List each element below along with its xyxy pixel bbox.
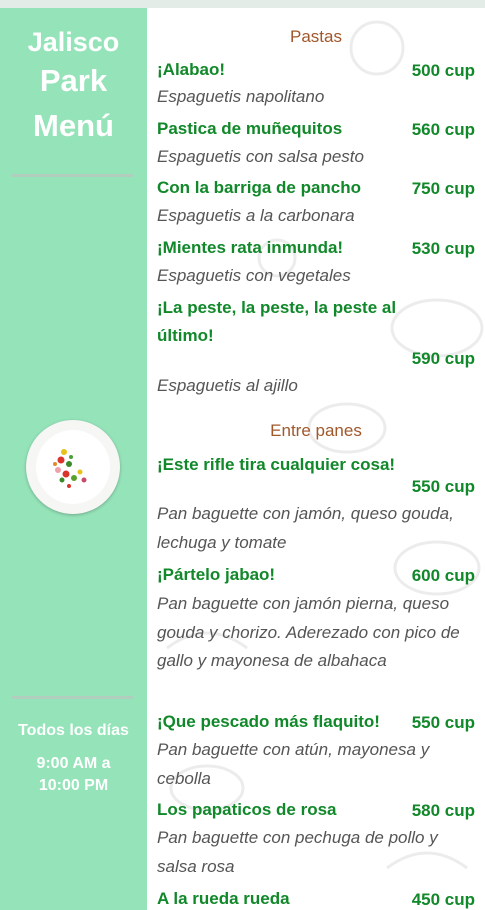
menu-list[interactable]: Pastas ¡Alabao! 500 cup Espaguetis napol… [147, 8, 485, 910]
menu-item-desc: Espaguetis a la carbonara [157, 206, 355, 225]
menu-item-desc: Espaguetis al ajillo [157, 376, 298, 395]
menu-item-desc: Espaguetis napolitano [157, 87, 325, 106]
top-bar [0, 0, 485, 8]
menu-item-price: 750 cup [411, 179, 475, 198]
brand-line-3: Menú [33, 108, 114, 143]
menu-item-name[interactable]: ¡Alabao! [157, 56, 225, 84]
menu-item-desc: Espaguetis con salsa pesto [157, 147, 364, 166]
menu-item-name[interactable]: A la rueda rueda [157, 885, 290, 910]
menu-item-name[interactable]: ¡Que pescado más flaquito! [157, 708, 380, 736]
divider-bottom [12, 696, 133, 699]
menu-item-name[interactable]: ¡Pártelo jabao! [157, 561, 275, 589]
menu-item-price: 590 cup [411, 349, 475, 368]
menu-item-price: 560 cup [411, 120, 475, 139]
food-garnish-icon [53, 449, 87, 488]
menu-item-name[interactable]: Los papaticos de rosa [157, 796, 337, 824]
hours-block: Todos los días 9:00 AM a 10:00 PM [0, 721, 147, 797]
plate-icon [36, 430, 110, 504]
menu-item-name[interactable]: ¡La peste, la peste, la peste al último! [157, 294, 427, 350]
menu-item-price: 450 cup [411, 890, 475, 909]
sidebar: Jalisco Park Menú Todos los días 9:00 AM… [0, 8, 147, 910]
menu-item-desc: Pan baguette con atún, mayonesa y ceboll… [157, 740, 430, 788]
menu-item-price: 550 cup [411, 477, 475, 496]
section-title-entre-panes: Entre panes [270, 421, 362, 440]
menu-item-name[interactable]: Pastica de muñequitos [157, 115, 342, 143]
menu-item-price: 530 cup [411, 239, 475, 258]
menu-item-desc: Pan baguette con jamón pierna, queso gou… [157, 594, 460, 670]
menu-item-price: 600 cup [411, 566, 475, 585]
menu-item-name[interactable]: Con la barriga de pancho [157, 174, 361, 202]
menu-item-desc: Espaguetis con vegetales [157, 266, 351, 285]
menu-item-desc: Pan baguette con pechuga de pollo y sals… [157, 828, 438, 876]
menu-item-desc: Pan baguette con jamón, queso gouda, lec… [157, 504, 454, 552]
menu-item-name[interactable]: ¡Mientes rata inmunda! [157, 234, 343, 262]
menu-item-name[interactable]: ¡Este rifle tira cualquier cosa! [157, 451, 395, 479]
brand-line-2: Park [39, 63, 108, 98]
section-title-pastas: Pastas [290, 27, 342, 46]
menu-item-price: 500 cup [411, 61, 475, 80]
dish-image [26, 420, 120, 514]
brand-line-1: Jalisco [27, 27, 120, 57]
hours-days: Todos los días [18, 722, 129, 739]
menu-item-price: 550 cup [411, 713, 475, 732]
hours-close: 10:00 PM [38, 777, 109, 794]
hours-open: 9:00 AM a [36, 755, 111, 772]
brand-logo: Jalisco Park Menú [0, 26, 147, 148]
divider-top [12, 174, 133, 177]
menu-item-price: 580 cup [411, 801, 475, 820]
